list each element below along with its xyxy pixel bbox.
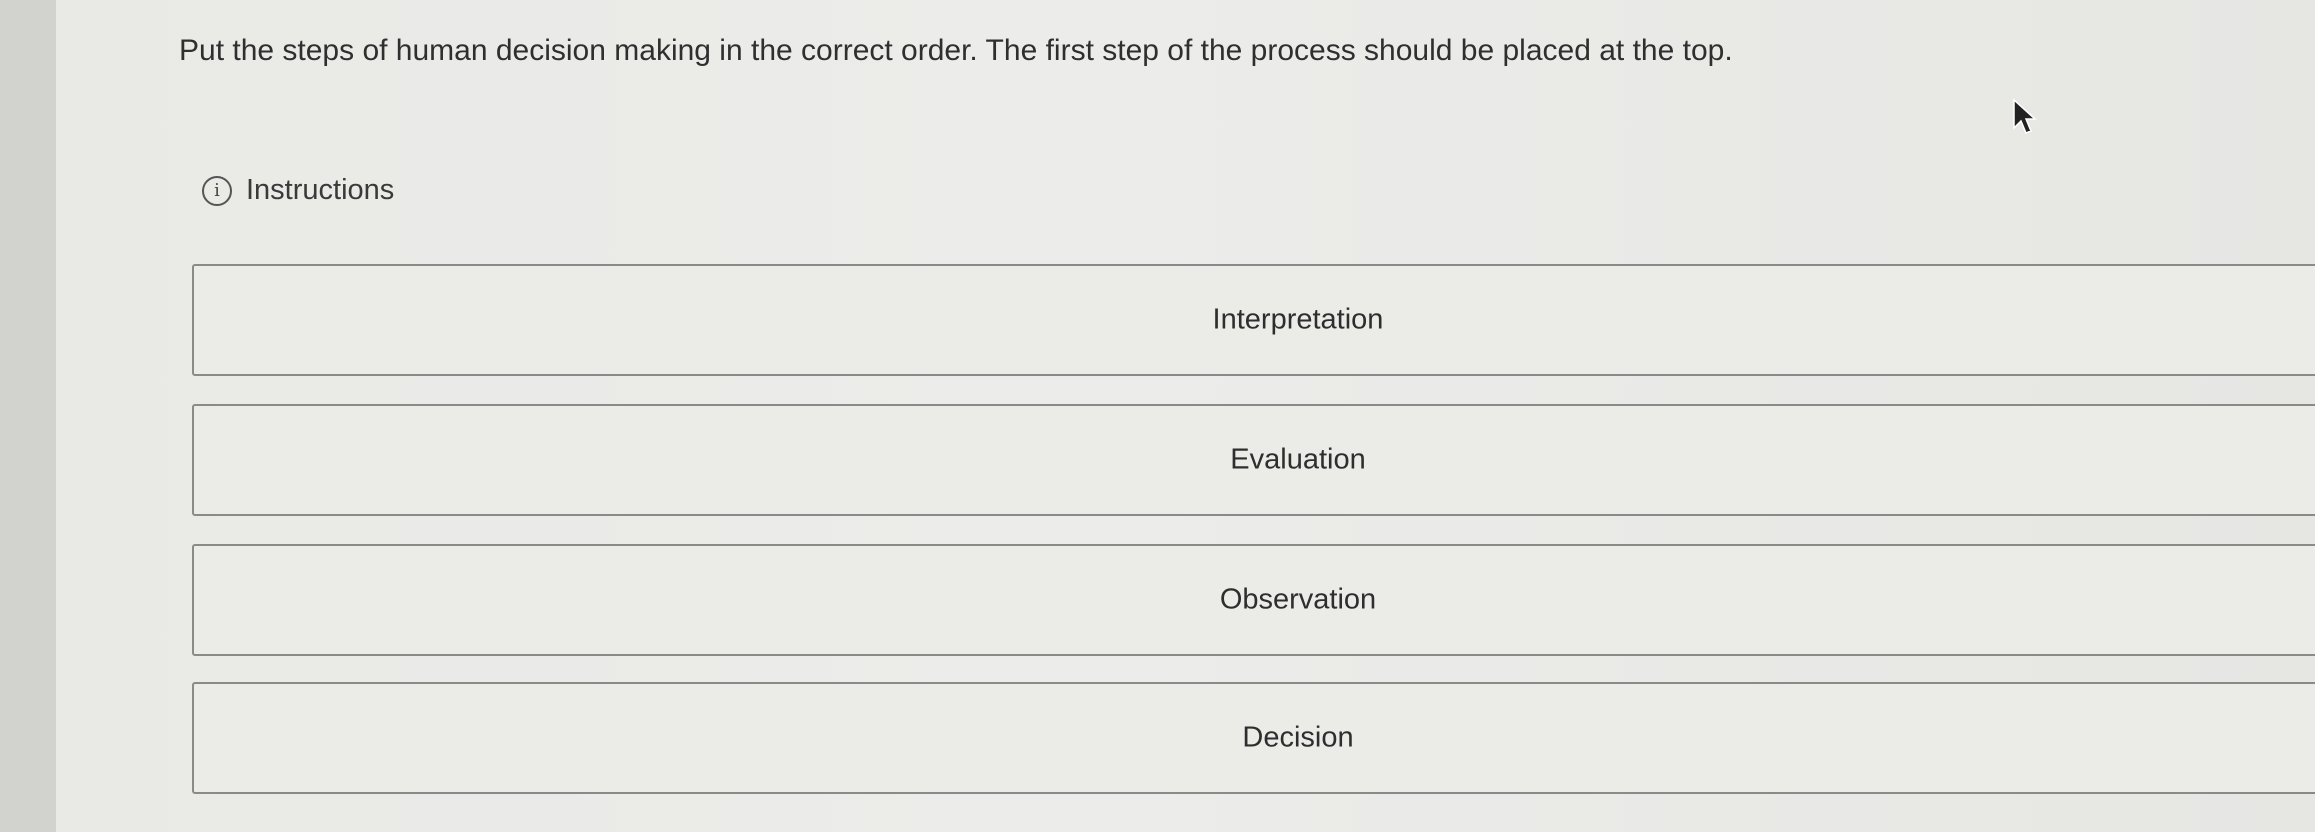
sortable-item-observation[interactable]: Observation <box>192 544 2315 656</box>
instructions-label: Instructions <box>246 174 395 206</box>
sortable-item-label: Interpretation <box>1212 303 1384 336</box>
question-prompt: Put the steps of human decision making i… <box>179 34 1733 67</box>
sortable-item-evaluation[interactable]: Evaluation <box>192 404 2315 516</box>
mouse-pointer-icon <box>2013 98 2037 134</box>
sortable-item-decision[interactable]: Decision <box>192 682 2315 794</box>
question-page: Put the steps of human decision making i… <box>56 0 2315 832</box>
instructions-toggle[interactable]: i Instructions <box>202 174 394 207</box>
sortable-item-label: Evaluation <box>1230 443 1366 476</box>
left-margin <box>0 0 56 832</box>
info-icon: i <box>202 175 232 206</box>
sortable-item-interpretation[interactable]: Interpretation <box>192 264 2315 376</box>
sortable-item-label: Observation <box>1219 583 1377 616</box>
sortable-item-label: Decision <box>1242 721 1354 754</box>
